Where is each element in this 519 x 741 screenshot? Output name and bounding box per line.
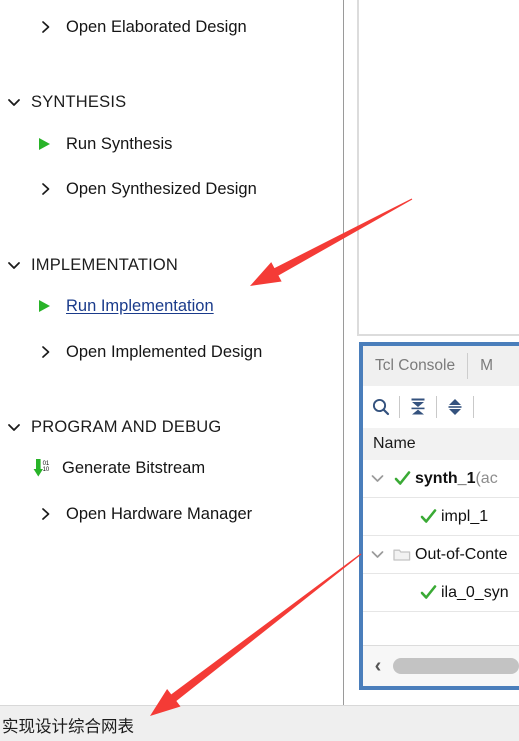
tcl-console-panel[interactable]: Tcl Console M Name synth_1 (ac impl_1 Ou…	[359, 342, 519, 690]
chevron-down-icon[interactable]	[365, 473, 389, 484]
design-view-canvas[interactable]	[361, 0, 519, 332]
chevron-right-icon[interactable]	[38, 505, 54, 523]
chevron-right-icon[interactable]	[38, 343, 54, 361]
chevron-right-icon[interactable]	[38, 18, 54, 36]
tree-row[interactable]: Out-of-Conte	[363, 536, 519, 574]
flow-item-label[interactable]: Open Elaborated Design	[66, 18, 247, 37]
play-icon	[35, 297, 53, 315]
flow-item-label[interactable]: Run Synthesis	[66, 135, 172, 154]
check-icon	[415, 508, 441, 525]
generate-bitstream-icon: 01 10	[33, 458, 55, 478]
flow-section-label: IMPLEMENTATION	[31, 255, 179, 274]
tree-row[interactable]: ila_0_syn	[363, 574, 519, 612]
scrollbar-thumb[interactable]	[393, 658, 519, 674]
design-view-panel[interactable]	[357, 0, 519, 336]
toolbar-separator	[473, 396, 474, 418]
chevron-down-icon[interactable]	[365, 549, 389, 560]
chevron-down-icon[interactable]	[5, 93, 23, 111]
flow-item-label[interactable]: Run Implementation	[66, 297, 214, 316]
tree-row-suffix: (ac	[475, 469, 498, 487]
flow-item-label[interactable]: Open Hardware Manager	[66, 505, 252, 524]
chevron-down-icon[interactable]	[5, 256, 23, 274]
tab-tcl-console[interactable]: Tcl Console	[363, 346, 467, 386]
tree-row[interactable]: impl_1	[363, 498, 519, 536]
status-bar: 实现设计综合网表	[0, 705, 519, 741]
chevron-down-icon[interactable]	[5, 418, 23, 436]
play-icon	[35, 135, 53, 153]
tree-column-header: Name	[363, 428, 519, 461]
flow-navigator: Open Elaborated Design SYNTHESIS Run Synth…	[0, 0, 344, 705]
flow-item-label[interactable]: Open Synthesized Design	[66, 180, 257, 199]
flow-item-label[interactable]: Open Implemented Design	[66, 343, 262, 362]
flow-section-label: SYNTHESIS	[31, 92, 127, 111]
search-icon[interactable]	[363, 386, 399, 428]
column-header-name: Name	[373, 435, 416, 452]
panel-toolbar	[363, 386, 519, 429]
check-icon	[415, 584, 441, 601]
flow-item-label[interactable]: Generate Bitstream	[62, 459, 205, 478]
tree-row-label: impl_1	[441, 507, 489, 525]
expand-all-icon[interactable]	[437, 386, 473, 428]
tree-row[interactable]: synth_1 (ac	[363, 460, 519, 498]
collapse-all-icon[interactable]	[400, 386, 436, 428]
status-bar-text: 实现设计综合网表	[2, 717, 134, 736]
horizontal-scrollbar[interactable]: ‹	[363, 645, 519, 686]
svg-text:10: 10	[43, 467, 50, 473]
screen-root: Open Elaborated Design SYNTHESIS Run Synth…	[0, 0, 519, 741]
check-icon	[389, 470, 415, 487]
scroll-left-icon[interactable]: ‹	[363, 655, 393, 678]
flow-section-label: PROGRAM AND DEBUG	[31, 417, 222, 436]
folder-icon	[389, 547, 415, 562]
tree-row-label: ila_0_syn	[441, 583, 509, 601]
runs-tree[interactable]: synth_1 (ac impl_1 Out-of-Conte ila_0_syn	[363, 460, 519, 646]
tree-row-label: Out-of-Conte	[415, 545, 508, 563]
tab-m[interactable]: M	[468, 346, 505, 386]
chevron-right-icon[interactable]	[38, 180, 54, 198]
tree-row-label: synth_1	[415, 469, 476, 487]
panel-tabstrip: Tcl Console M	[363, 346, 519, 387]
